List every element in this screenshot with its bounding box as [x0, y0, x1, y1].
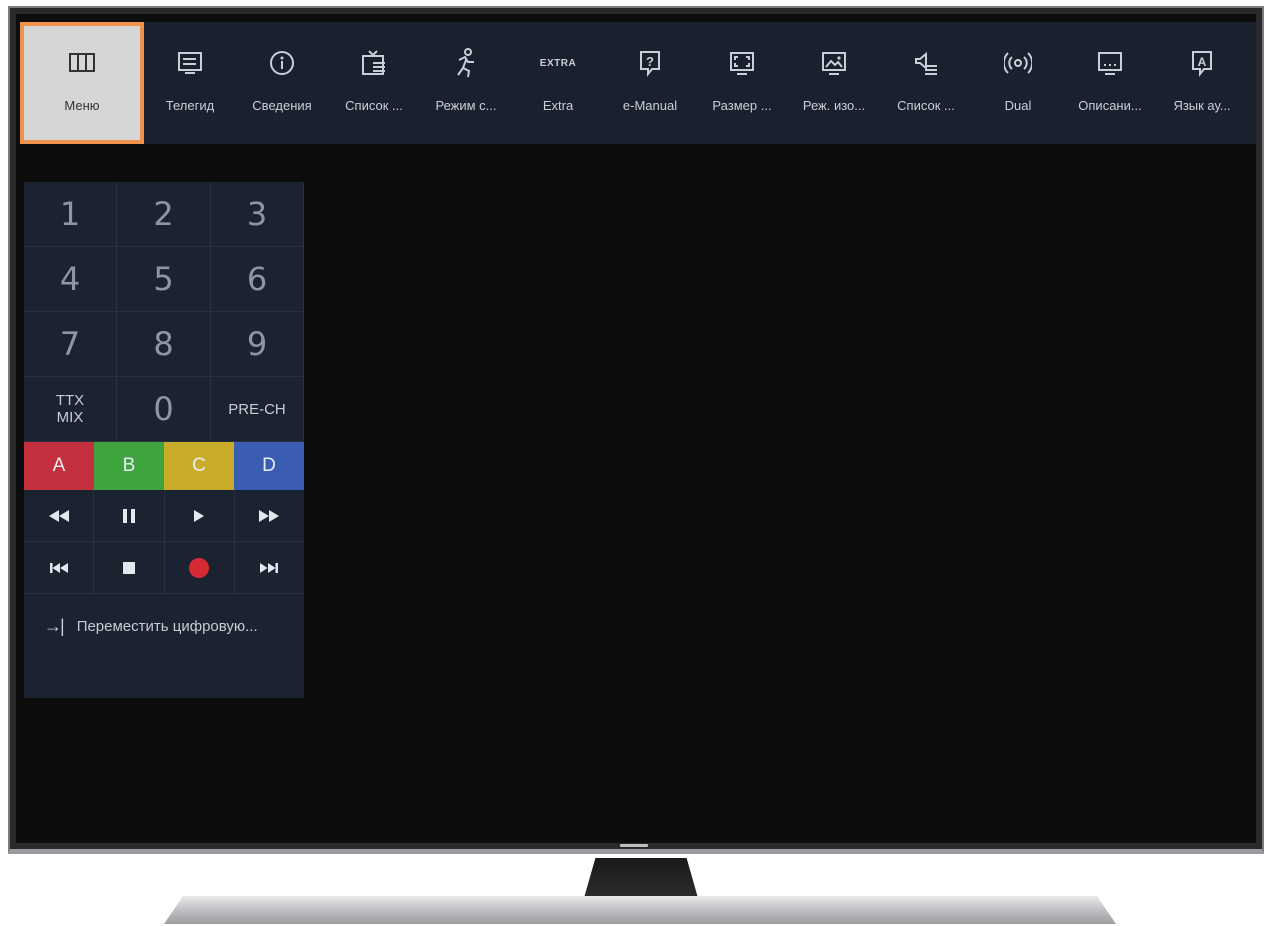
menu-item-label: Язык ау... — [1173, 98, 1231, 113]
menu-item-label: Меню — [64, 98, 100, 113]
menu-item-picture-size[interactable]: Размер ... — [696, 22, 788, 144]
play-icon — [194, 509, 205, 522]
fast-forward-icon — [259, 509, 280, 522]
digit-3-button[interactable]: 3 — [211, 182, 304, 247]
pause-button[interactable] — [94, 490, 165, 541]
record-icon — [189, 557, 210, 578]
transport-row — [24, 542, 304, 594]
color-key-b-button[interactable]: B — [94, 442, 164, 490]
menu-item-info[interactable]: Сведения — [236, 22, 328, 144]
number-pad: 1 2 3 4 5 6 7 8 9 TTX MIX 0 PRE-CH — [24, 182, 304, 442]
virtual-remote-panel: 1 2 3 4 5 6 7 8 9 TTX MIX 0 PRE-CH A B C — [24, 182, 304, 698]
menu-item-label: Телегид — [165, 98, 215, 113]
svg-text:A: A — [1198, 55, 1207, 69]
menu-item-label: Режим с... — [435, 98, 497, 113]
menu-item-description[interactable]: Описани... — [1064, 22, 1156, 144]
menu-item-label: Сведения — [252, 98, 312, 113]
menu-item-label: Размер ... — [712, 98, 772, 113]
digit-7-button[interactable]: 7 — [24, 312, 117, 377]
digit-1-button[interactable]: 1 — [24, 182, 117, 247]
grid-icon — [62, 48, 102, 78]
menu-item-extra[interactable]: EXTRA Extra — [512, 22, 604, 144]
digit-9-button[interactable]: 9 — [211, 312, 304, 377]
info-icon — [262, 48, 302, 78]
ttx-label: TTX — [55, 392, 85, 409]
previous-icon — [49, 562, 68, 573]
svg-text:?: ? — [646, 54, 654, 69]
menu-item-label: Описани... — [1078, 98, 1142, 113]
tv-frame: Меню Телегид Сведения Список ... Режим с… — [8, 6, 1264, 854]
playback-row — [24, 490, 304, 542]
picture-mode-icon — [814, 48, 854, 78]
extra-icon: EXTRA — [539, 57, 577, 69]
tv-stand-base — [164, 896, 1116, 924]
picture-size-icon — [722, 48, 762, 78]
menu-item-picture-mode[interactable]: Реж. изо... — [788, 22, 880, 144]
menu-item-sport-mode[interactable]: Режим с... — [420, 22, 512, 144]
dual-icon — [998, 48, 1038, 78]
tv-screen: Меню Телегид Сведения Список ... Режим с… — [16, 14, 1256, 843]
digit-8-button[interactable]: 8 — [117, 312, 211, 377]
menu-item-menu[interactable]: Меню — [20, 22, 144, 144]
color-keys-row: A B C D — [24, 442, 304, 490]
guide-icon — [170, 48, 210, 78]
channel-list-icon — [354, 48, 394, 78]
sport-mode-icon — [446, 48, 486, 78]
color-key-d-button[interactable]: D — [234, 442, 304, 490]
menu-item-dual[interactable]: Dual — [972, 22, 1064, 144]
description-icon — [1090, 48, 1130, 78]
stop-icon — [122, 561, 135, 574]
mix-label: MIX — [56, 409, 84, 426]
rewind-button[interactable] — [24, 490, 95, 541]
rewind-icon — [48, 509, 69, 522]
menu-item-label: Список ... — [345, 98, 403, 113]
menu-item-sound-list[interactable]: Список ... — [880, 22, 972, 144]
pause-icon — [122, 508, 135, 523]
sound-list-icon — [906, 48, 946, 78]
menu-item-guide[interactable]: Телегид — [144, 22, 236, 144]
move-number-pad-button[interactable]: →| Переместить цифровую... — [24, 594, 304, 658]
menu-item-label: Список ... — [897, 98, 955, 113]
e-manual-icon: ? — [630, 48, 670, 78]
play-button[interactable] — [165, 490, 235, 541]
next-button[interactable] — [235, 542, 304, 593]
digit-0-button[interactable]: 0 — [117, 377, 211, 442]
stop-button[interactable] — [94, 542, 165, 593]
menu-item-label: e-Manual — [622, 98, 678, 113]
menu-item-channel-list[interactable]: Список ... — [328, 22, 420, 144]
next-icon — [260, 562, 279, 573]
digit-6-button[interactable]: 6 — [211, 247, 304, 312]
color-key-a-button[interactable]: A — [24, 442, 94, 490]
menu-item-e-manual[interactable]: ? e-Manual — [604, 22, 696, 144]
tv-stand-neck — [584, 858, 698, 898]
pre-ch-button[interactable]: PRE-CH — [211, 377, 304, 442]
move-number-pad-label: Переместить цифровую... — [76, 617, 258, 635]
menu-item-label: Dual — [1004, 98, 1032, 113]
audio-language-icon: A — [1182, 48, 1222, 78]
menu-item-label: Реж. изо... — [802, 98, 866, 113]
brand-logo — [620, 844, 648, 847]
menu-item-label: Extra — [542, 98, 574, 113]
digit-5-button[interactable]: 5 — [117, 247, 211, 312]
color-key-c-button[interactable]: C — [164, 442, 234, 490]
record-button[interactable] — [165, 542, 235, 593]
ttx-mix-button[interactable]: TTX MIX — [24, 377, 117, 442]
menu-item-audio-language[interactable]: A Язык ау... — [1156, 22, 1248, 144]
previous-button[interactable] — [24, 542, 95, 593]
fast-forward-button[interactable] — [235, 490, 304, 541]
digit-2-button[interactable]: 2 — [117, 182, 211, 247]
top-menu-bar: Меню Телегид Сведения Список ... Режим с… — [20, 22, 1256, 144]
digit-4-button[interactable]: 4 — [24, 247, 117, 312]
arrow-right-bar-icon: →| — [44, 615, 65, 636]
